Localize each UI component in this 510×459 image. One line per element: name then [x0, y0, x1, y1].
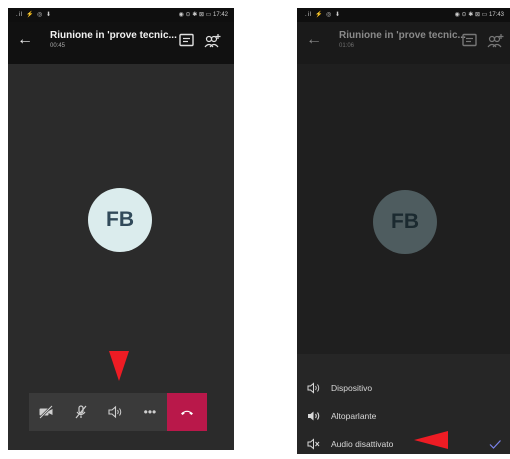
left-phone-screen: .il ⚡ ◎ ⬇ ◉ ⊙ ✱ ⊠ ▭ 17:42 ← Riunione in …: [8, 8, 234, 450]
camera-off-button[interactable]: [29, 393, 64, 431]
call-duration: 00:45: [50, 43, 66, 49]
status-right: ◉ ⊙ ✱ ⊠ ▭ 17:43: [454, 12, 504, 18]
more-icon: •••: [143, 405, 157, 419]
hang-up-icon: [181, 410, 194, 415]
option-label: Altoparlante: [331, 411, 377, 421]
chat-icon[interactable]: [178, 33, 196, 49]
option-audio-disattivato[interactable]: Audio disattivato: [297, 432, 510, 454]
audio-options-sheet: Dispositivo Altoparlante Audio disattiva…: [297, 354, 510, 454]
speaker-icon: [108, 405, 122, 419]
right-phone-screen: .il ⚡ ◎ ⬇ ◉ ⊙ ✱ ⊠ ▭ 17:43 ← Riunione in …: [297, 8, 510, 454]
mic-off-icon: [75, 405, 87, 419]
meeting-title: Riunione in 'prove tecnic...: [339, 30, 466, 41]
add-participants-icon[interactable]: [487, 33, 505, 49]
audio-output-button[interactable]: [98, 393, 133, 431]
status-bar: .il ⚡ ◎ ⬇ ◉ ⊙ ✱ ⊠ ▭ 17:42: [8, 8, 234, 22]
meeting-title: Riunione in 'prove tecnic...: [50, 30, 177, 41]
meeting-header: ← Riunione in 'prove tecnic... 00:45: [8, 22, 234, 64]
speaker-outline-icon: [307, 382, 321, 394]
speaker-filled-icon: [307, 410, 321, 422]
hang-up-button[interactable]: [167, 393, 207, 431]
participant-avatar: FB: [373, 190, 437, 254]
meeting-titles: Riunione in 'prove tecnic... 01:06: [339, 30, 466, 49]
red-arrow-left-icon: [414, 431, 448, 449]
call-controls-bar: •••: [29, 393, 207, 431]
chat-icon[interactable]: [461, 33, 479, 49]
back-arrow-icon[interactable]: ←: [17, 31, 33, 49]
speaker-muted-icon: [307, 438, 321, 450]
status-bar: .il ⚡ ◎ ⬇ ◉ ⊙ ✱ ⊠ ▭ 17:43: [297, 8, 510, 22]
status-left: .il ⚡ ◎ ⬇: [305, 12, 342, 18]
participant-avatar: FB: [88, 188, 152, 252]
mute-button[interactable]: [64, 393, 99, 431]
back-arrow-icon[interactable]: ←: [306, 31, 322, 49]
option-altoparlante[interactable]: Altoparlante: [297, 404, 510, 428]
selected-check-icon: [488, 438, 502, 450]
add-participants-icon[interactable]: [204, 33, 222, 49]
meeting-header: ← Riunione in 'prove tecnic... 01:06: [297, 22, 510, 64]
more-options-button[interactable]: •••: [133, 393, 168, 431]
red-arrow-down-icon: [109, 351, 129, 381]
option-dispositivo[interactable]: Dispositivo: [297, 376, 510, 400]
meeting-titles: Riunione in 'prove tecnic... 00:45: [50, 30, 177, 49]
option-label: Audio disattivato: [331, 439, 394, 449]
status-right: ◉ ⊙ ✱ ⊠ ▭ 17:42: [178, 12, 228, 18]
status-left: .il ⚡ ◎ ⬇: [16, 12, 53, 18]
call-duration: 01:06: [339, 43, 355, 49]
option-label: Dispositivo: [331, 383, 373, 393]
camera-off-icon: [39, 405, 54, 419]
